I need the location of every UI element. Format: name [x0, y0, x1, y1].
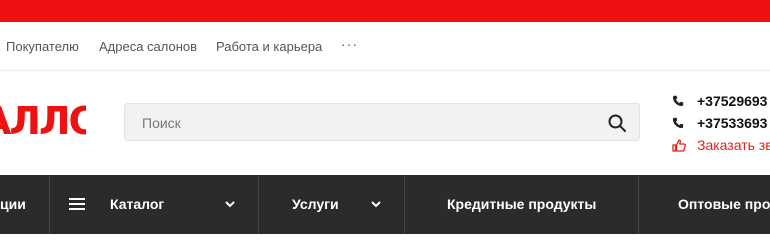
nav-item-promotions[interactable]: ции	[0, 175, 49, 234]
main-nav: ции Каталог Услуги Кредитные продукты Оп…	[0, 175, 770, 234]
phone-number-2[interactable]: +37533693	[697, 115, 767, 131]
chevron-down-icon	[225, 201, 235, 208]
nav-item-label: ции	[0, 196, 26, 212]
nav-item-label: Оптовые про	[678, 196, 770, 212]
nav-item-label: Услуги	[292, 196, 339, 212]
search-icon[interactable]	[607, 113, 627, 133]
phone-icon	[672, 95, 684, 107]
logo-text: АЛЛО	[0, 105, 86, 139]
nav-item-services[interactable]: Услуги	[259, 175, 404, 234]
nav-item-catalog[interactable]: Каталог	[50, 175, 258, 234]
nav-item-credit-products[interactable]: Кредитные продукты	[405, 175, 638, 234]
header: АЛЛО +37529693 +37533693 Заказать зв	[0, 71, 770, 174]
logo[interactable]: АЛЛО	[0, 105, 86, 139]
callback-text: Заказать зв	[697, 137, 770, 153]
phone-number-1[interactable]: +37529693	[697, 93, 767, 109]
nav-item-wholesale[interactable]: Оптовые про	[639, 175, 770, 234]
menu-icon	[69, 198, 85, 210]
search-input[interactable]	[142, 114, 582, 132]
search-box	[124, 103, 640, 141]
thumbs-up-icon	[672, 139, 686, 152]
info-nav-careers[interactable]: Работа и карьера	[216, 39, 322, 54]
info-nav-salons[interactable]: Адреса салонов	[99, 39, 197, 54]
phone-icon	[672, 117, 684, 129]
more-menu-button[interactable]: ···	[341, 36, 358, 52]
chevron-down-icon	[371, 201, 381, 208]
info-nav-customer[interactable]: Покупателю	[6, 39, 79, 54]
nav-item-label: Каталог	[110, 196, 165, 212]
top-red-bar	[0, 0, 770, 22]
nav-item-label: Кредитные продукты	[447, 196, 597, 212]
info-nav: Покупателю Адреса салонов Работа и карье…	[0, 22, 770, 71]
